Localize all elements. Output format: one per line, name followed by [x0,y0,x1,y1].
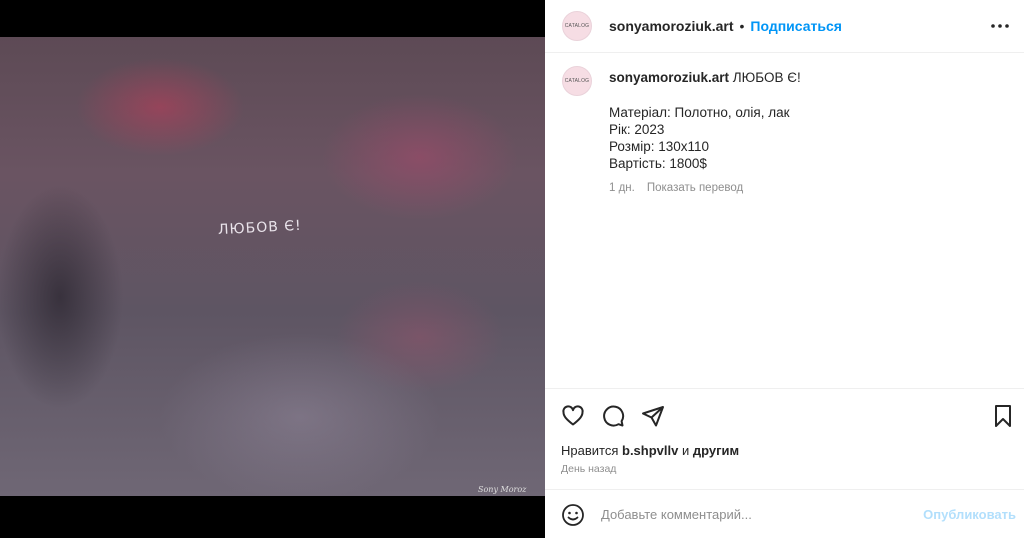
liked-by-user[interactable]: b.shpvllv [622,443,678,458]
caption-line: Розмір: 130х110 [609,139,710,154]
post-side-panel: CATALOG sonyamoroziuk.art • Подписаться … [545,0,1024,538]
follow-button[interactable]: Подписаться [750,18,842,34]
post-timestamp: День назад [561,463,617,475]
liked-by-others[interactable]: другим [693,443,739,458]
caption-line: Вартість: 1800$ [609,156,707,171]
header-username[interactable]: sonyamoroziuk.art [609,18,733,34]
avatar-text: CATALOG [564,23,590,29]
post-header: CATALOG sonyamoroziuk.art • Подписаться [545,0,1024,53]
caption-meta: 1 дн. Показать перевод [609,180,999,197]
share-icon[interactable] [640,403,666,429]
action-icons [560,403,666,429]
caption-line: Матеріал: Полотно, олія, лак [609,105,790,120]
emoji-icon[interactable] [560,502,586,528]
heart-icon[interactable] [560,403,586,429]
comment-input[interactable] [599,506,903,523]
post-media: ЛЮБОВ Є! Sony Moroz [0,0,545,538]
caption-avatar[interactable]: CATALOG [562,66,592,96]
caption-body: sonyamoroziuk.art ЛЮБОВ Є! Матеріал: Пол… [609,69,999,197]
caption-age: 1 дн. [609,182,635,194]
avatar-text: CATALOG [564,78,590,84]
caption-username[interactable]: sonyamoroziuk.art [609,70,729,85]
show-translation-link[interactable]: Показать перевод [647,180,743,197]
painting-inscription: ЛЮБОВ Є! [217,217,303,239]
bookmark-icon[interactable] [990,403,1016,429]
avatar[interactable]: CATALOG [562,11,592,41]
likes-conj: и [681,443,690,458]
artist-signature: Sony Moroz [478,485,527,494]
publish-button[interactable]: Опубликовать [923,507,1016,522]
more-options-icon[interactable] [990,16,1010,36]
caption-title: ЛЮБОВ Є! [732,70,801,85]
post-image[interactable]: ЛЮБОВ Є! Sony Moroz [0,37,545,496]
comment-icon[interactable] [600,403,626,429]
separator-dot: • [739,18,745,34]
comment-bar: Опубликовать [545,489,1024,539]
post-actions: Нравится b.shpvllv и другим День назад [545,388,1024,475]
likes-summary: Нравится b.shpvllv и другим [561,443,739,458]
caption-lines: Матеріал: Полотно, олія, лак Рік: 2023 Р… [609,104,999,172]
caption-line: Рік: 2023 [609,122,665,137]
likes-prefix: Нравится [561,443,619,458]
